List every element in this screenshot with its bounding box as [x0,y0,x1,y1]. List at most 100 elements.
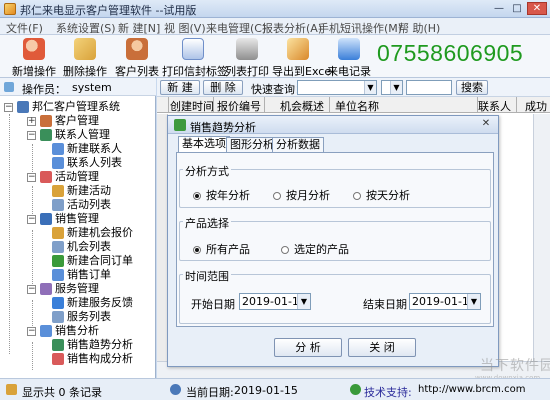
print-envelope-button[interactable]: 打印信封标签 [162,35,228,78]
navigation-tree-panel: 操作员： system − 邦仁客户管理系统 + 客户管理 − 联系人管理 新建联系人 联系人… [0,78,156,378]
tree-item-label: 销售构成分析 [67,352,133,365]
tree-item-label: 联系人列表 [67,156,122,169]
activity-list-icon [52,199,64,211]
tree-item[interactable]: 活动管理 [0,170,156,184]
delete-button[interactable]: 删除操作 [62,35,108,78]
tab-analysis-data[interactable]: 分析数据 [272,137,324,153]
tab-basic-options[interactable]: 基本选项 [178,136,230,153]
tree-item-label: 销售分析 [55,324,99,337]
tree-item-label: 服务列表 [67,310,111,323]
sales-trend-dialog: 销售趋势分析 ✕ 基本选项 图形分析 分析数据 分析方式 按年分析 按月分析 按… [167,115,499,367]
tree-item[interactable]: 销售订单 [0,268,156,282]
tree-item[interactable]: 新建活动 [0,184,156,198]
column-header-success[interactable]: 成功 [525,98,547,114]
tree-item-label: 客户管理 [55,114,99,127]
service-icon [40,283,52,295]
tree-item-label: 邦仁客户管理系统 [32,100,120,113]
end-date-picker[interactable]: 2019-01-15 ▼ [409,293,481,310]
dialog-close-button[interactable]: ✕ [477,118,495,131]
tree-item[interactable]: 新建机会报价 [0,226,156,240]
sales-icon [40,213,52,225]
menu-new[interactable]: 新 建[N] [118,20,160,36]
export-excel-button[interactable]: 导出到Excel [272,35,334,78]
radio-by-day[interactable]: 按天分析 [353,187,410,203]
operator-name: system [72,81,112,94]
end-date-label: 结束日期 [363,298,407,311]
query-operator-select[interactable]: ▼ [381,80,403,95]
add-button[interactable]: 新增操作 [12,35,56,78]
tree-item[interactable]: 服务列表 [0,310,156,324]
trend-icon [52,339,64,351]
menu-view[interactable]: 视 图(V) [164,20,206,36]
tree-item[interactable]: 客户管理 [0,114,156,128]
chevron-down-icon: ▼ [364,81,376,94]
close-window-button[interactable]: ✕ [527,2,547,15]
new-record-button[interactable]: 新 建 [160,80,200,95]
menu-help[interactable]: 帮 助(H) [398,20,440,36]
query-value-input[interactable] [406,80,452,95]
query-field-select[interactable]: ▼ [297,80,377,95]
radio-selected-products[interactable]: 选定的产品 [281,241,349,257]
customer-list-button[interactable]: 客户列表 [114,35,160,78]
order-icon [52,269,64,281]
phone-number: 07558606905 [377,40,524,66]
column-header-created[interactable]: 创建时间 [170,98,214,114]
call-records-button[interactable]: 来电记录 [326,35,372,78]
dialog-title: 销售趋势分析 [190,121,256,134]
contact-list-icon [52,157,64,169]
maximize-button[interactable]: □ [508,2,526,15]
radio-by-year[interactable]: 按年分析 [193,187,250,203]
menu-call-management[interactable]: 来电管理(C) [206,20,266,36]
tree-item[interactable]: 销售构成分析 [0,352,156,366]
support-icon [350,384,361,395]
tree-item[interactable]: 新建服务反馈 [0,296,156,310]
tree-item-label: 联系人管理 [55,128,110,141]
excel-chart-icon [287,38,309,60]
menu-report-analysis[interactable]: 报表分析(A) [262,20,322,36]
column-header-company[interactable]: 单位名称 [335,98,379,114]
delete-record-button[interactable]: 删 除 [203,80,243,95]
dialog-title-bar: 销售趋势分析 ✕ [168,116,498,134]
radio-all-products[interactable]: 所有产品 [193,241,250,257]
support-url-link[interactable]: http://www.brcm.com [418,384,525,395]
column-header-summary[interactable]: 机会概述 [280,98,324,114]
tree-item[interactable]: 销售趋势分析 [0,338,156,352]
printer-icon [236,38,258,60]
column-header-quote-no[interactable]: 报价编号 [217,98,261,114]
analyze-button[interactable]: 分 析 [274,338,342,357]
menu-file[interactable]: 文件(F) [6,20,43,36]
tree-item[interactable]: 销售管理 [0,212,156,226]
tree-item[interactable]: 销售分析 [0,324,156,338]
tree-item[interactable]: 联系人管理 [0,128,156,142]
tree-item-label: 销售订单 [67,268,111,281]
tree-item[interactable]: 邦仁客户管理系统 [0,100,156,114]
start-date-picker[interactable]: 2019-01-15 ▼ [239,293,311,310]
tree-item[interactable]: 活动列表 [0,198,156,212]
search-button[interactable]: 搜索 [456,80,488,95]
tab-chart-analysis[interactable]: 图形分析 [226,137,278,153]
tree-item[interactable]: 服务管理 [0,282,156,296]
tree-item[interactable]: 机会列表 [0,240,156,254]
tree-item[interactable]: 新建联系人 [0,142,156,156]
envelope-icon [182,38,204,60]
menu-sms[interactable]: 手机短讯操作(M) [318,20,402,36]
customer-folder-icon [40,115,52,127]
tree-item[interactable]: 联系人列表 [0,156,156,170]
tree-item-label: 新建联系人 [67,142,122,155]
column-header-contact[interactable]: 联系人 [478,98,511,114]
start-date-label: 开始日期 [191,298,235,311]
watermark-text: 当下软件园 [480,358,550,374]
tree-item-label: 销售管理 [55,212,99,225]
feedback-icon [52,297,64,309]
radio-by-month[interactable]: 按月分析 [273,187,330,203]
vertical-scrollbar[interactable] [533,114,550,361]
computer-icon [17,101,29,113]
minimize-button[interactable]: — [490,2,508,15]
clock-icon [170,384,181,395]
dialog-close-bottom-button[interactable]: 关 闭 [348,338,416,357]
tree-item[interactable]: 新建合同订单 [0,254,156,268]
analysis-method-title: 分析方式 [183,163,231,179]
contract-icon [52,255,64,267]
menu-settings[interactable]: 系统设置(S) [56,20,116,36]
list-print-button[interactable]: 列表打印 [224,35,270,78]
